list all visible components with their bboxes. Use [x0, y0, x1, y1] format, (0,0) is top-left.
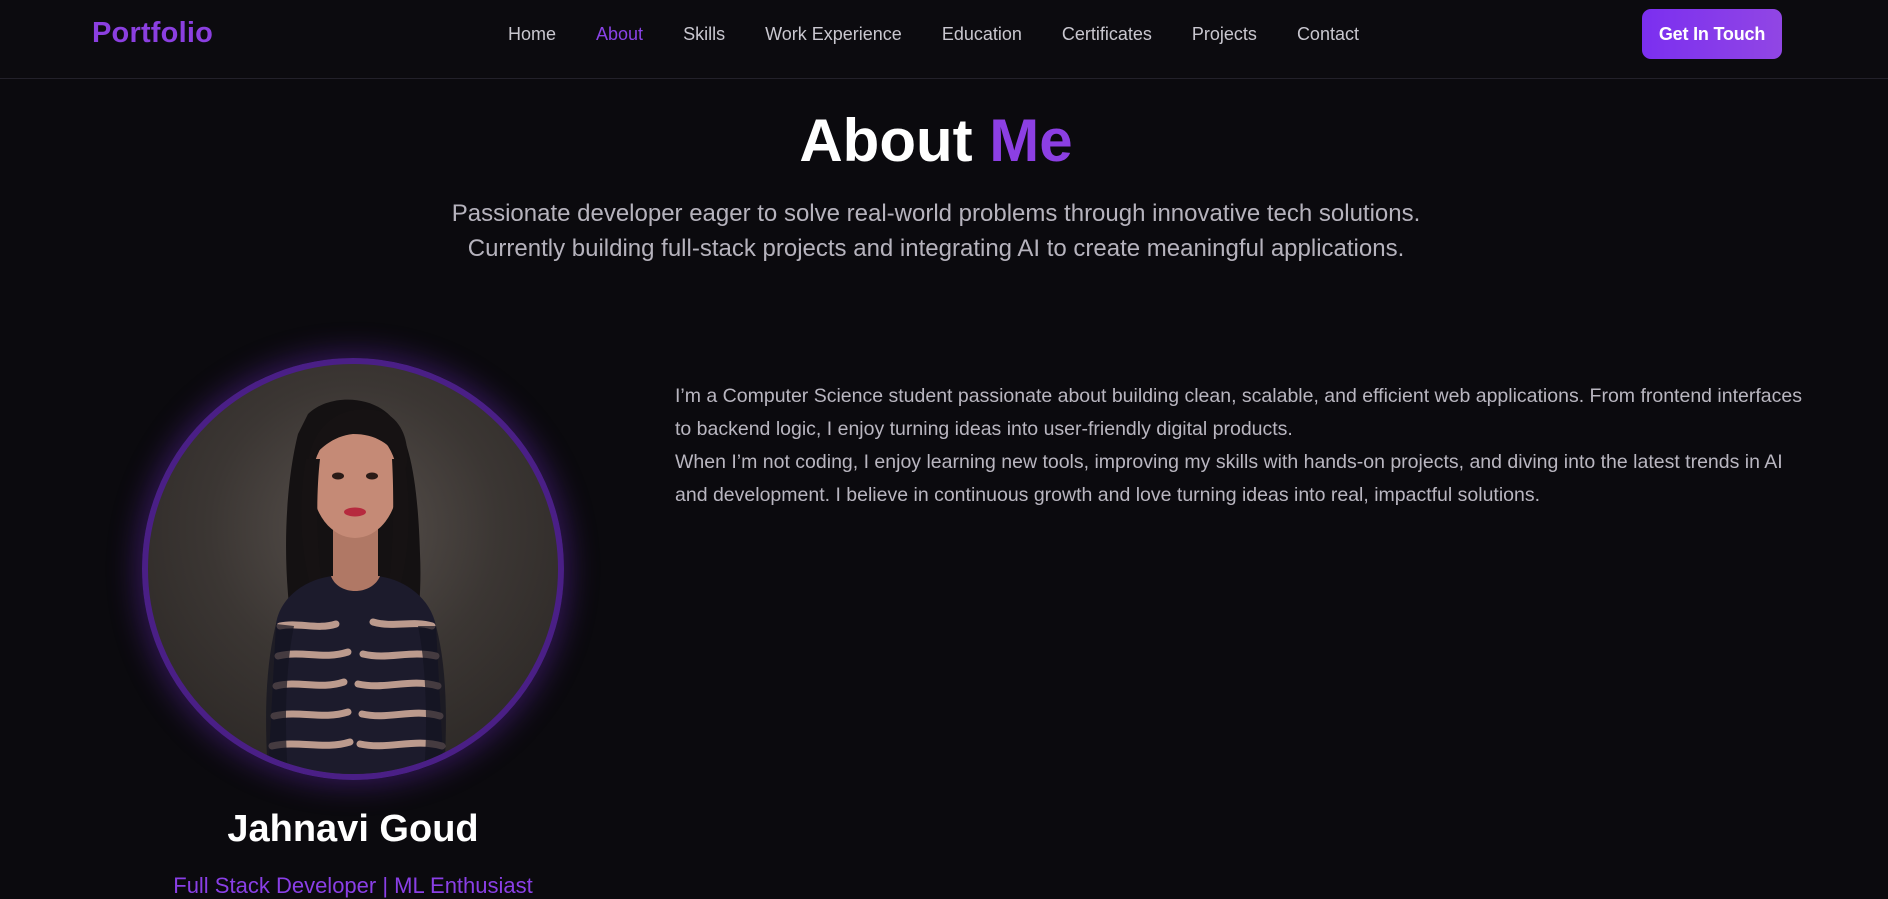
- bio-paragraph: When I’m not coding, I enjoy learning ne…: [675, 451, 1783, 506]
- bio-paragraph: I’m a Computer Science student passionat…: [675, 385, 1802, 440]
- section-title-main: About: [799, 107, 973, 174]
- brand-logo[interactable]: Portfolio: [92, 17, 213, 50]
- nav-link-work-experience[interactable]: Work Experience: [765, 24, 902, 45]
- nav-link-education[interactable]: Education: [942, 24, 1022, 45]
- top-navbar: Portfolio Home About Skills Work Experie…: [0, 0, 1888, 79]
- nav-link-projects[interactable]: Projects: [1192, 24, 1257, 45]
- profile-role: Full Stack Developer | ML Enthusiast: [173, 873, 533, 898]
- profile-photo: [142, 358, 564, 780]
- nav-link-certificates[interactable]: Certificates: [1062, 24, 1152, 45]
- nav-link-skills[interactable]: Skills: [683, 24, 725, 45]
- portrait-illustration: [266, 399, 446, 774]
- profile-name: Jahnavi Goud: [227, 808, 479, 850]
- bio-text: I’m a Computer Science student passionat…: [675, 380, 1805, 512]
- nav-link-contact[interactable]: Contact: [1297, 24, 1359, 45]
- section-title-accent: Me: [989, 107, 1073, 174]
- nav-link-about[interactable]: About: [596, 24, 643, 45]
- nav-links: Home About Skills Work Experience Educat…: [508, 24, 1399, 45]
- section-title: About Me: [0, 106, 1872, 176]
- section-subtitle: Passionate developer eager to solve real…: [451, 200, 1421, 262]
- nav-link-home[interactable]: Home: [508, 24, 556, 45]
- get-in-touch-button[interactable]: Get In Touch: [1642, 9, 1782, 59]
